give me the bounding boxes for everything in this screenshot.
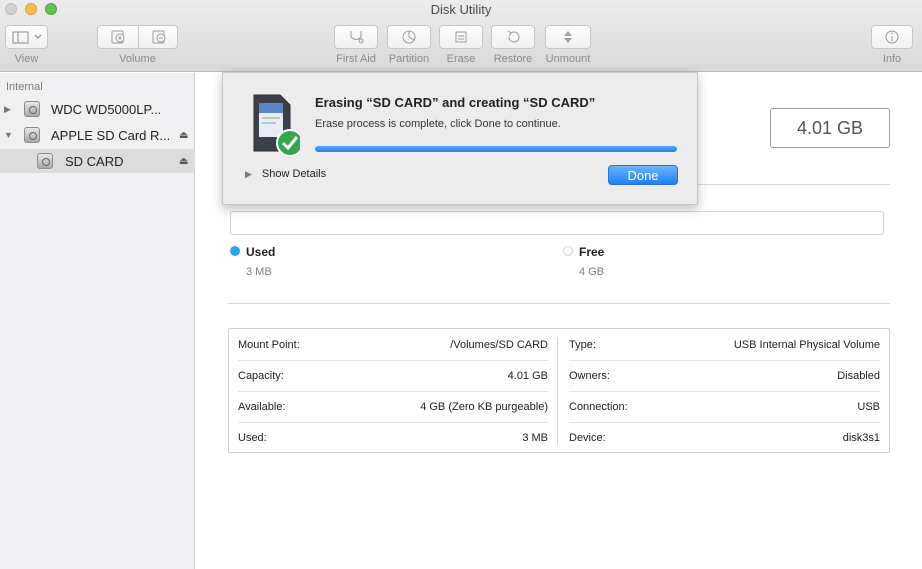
erase-button[interactable]: [439, 25, 483, 49]
first-aid-label: First Aid: [336, 53, 376, 65]
sidebar-item-apple-sd-card-reader[interactable]: ▼ APPLE SD Card R... ⏏: [0, 123, 195, 147]
used-legend-dot: [230, 246, 240, 256]
volume-segment: [97, 25, 178, 49]
info-button[interactable]: [871, 25, 913, 49]
free-legend-title: Free: [579, 245, 605, 259]
hard-disk-icon: [24, 101, 40, 117]
info-row-device: Device: disk3s1: [560, 422, 889, 453]
first-aid-button[interactable]: [334, 25, 378, 49]
window-title: Disk Utility: [430, 2, 492, 17]
done-button[interactable]: Done: [608, 165, 678, 185]
info-key: Capacity:: [238, 369, 284, 382]
disclosure-expanded-icon[interactable]: ▼: [4, 130, 13, 140]
restore-button[interactable]: [491, 25, 535, 49]
partition-button[interactable]: [387, 25, 431, 49]
show-details-label: Show Details: [261, 168, 327, 180]
info-key: Connection:: [569, 400, 628, 413]
info-row-mount-point: Mount Point: /Volumes/SD CARD: [229, 329, 557, 360]
info-value: 4.01 GB: [507, 369, 548, 382]
unmount-button[interactable]: [545, 25, 591, 49]
free-legend-value: 4 GB: [579, 266, 605, 278]
used-legend-value: 3 MB: [246, 266, 272, 278]
free-legend-dot: [563, 246, 573, 256]
volume-disk-icon: [37, 153, 53, 169]
volume-label: Volume: [119, 53, 156, 65]
divider: [228, 303, 890, 304]
info-row-capacity: Capacity: 4.01 GB: [229, 360, 557, 391]
info-value: 3 MB: [522, 431, 548, 444]
dialog-title: Erasing “SD CARD” and creating “SD CARD”: [315, 95, 596, 110]
info-value: disk3s1: [842, 431, 880, 444]
toolbar: Disk Utility View Volume First Aid Parti…: [0, 0, 922, 72]
info-row-used: Used: 3 MB: [229, 422, 557, 453]
erase-progress-bar: [315, 146, 677, 152]
restore-label: Restore: [493, 53, 533, 65]
used-legend-title: Used: [246, 245, 276, 259]
sidebar-item-sd-card[interactable]: SD CARD ⏏: [0, 149, 195, 173]
dialog-message: Erase process is complete, click Done to…: [315, 118, 561, 130]
eraser-icon: [455, 31, 467, 43]
progress-fill: [315, 146, 677, 152]
hard-disk-icon: [24, 127, 40, 143]
sidebar-item-label: WDC WD5000LP...: [51, 101, 162, 117]
info-key: Type:: [569, 338, 596, 351]
usage-bar: [230, 211, 884, 235]
eject-icon[interactable]: ⏏: [179, 156, 188, 167]
info-label: Info: [882, 53, 902, 65]
erase-progress-sheet: Erasing “SD CARD” and creating “SD CARD”…: [222, 72, 698, 205]
view-button[interactable]: [5, 25, 48, 49]
remove-volume-icon: [152, 30, 165, 44]
info-value: /Volumes/SD CARD: [450, 338, 548, 351]
partition-label: Partition: [388, 53, 430, 65]
sd-card-success-icon: [253, 94, 300, 157]
unmount-label: Unmount: [545, 53, 591, 65]
info-row-owners: Owners: Disabled: [560, 360, 889, 391]
capacity-badge: 4.01 GB: [770, 108, 890, 148]
show-details-toggle[interactable]: ▶ Show Details: [245, 168, 326, 180]
sidebar-item-label: SD CARD: [65, 153, 124, 169]
disclosure-collapsed-icon[interactable]: ▶: [4, 104, 11, 115]
info-value: 4 GB (Zero KB purgeable): [420, 400, 548, 413]
info-key: Device:: [569, 431, 606, 444]
info-row-available: Available: 4 GB (Zero KB purgeable): [229, 391, 557, 422]
sidebar-item-wdc-disk[interactable]: ▶ WDC WD5000LP...: [0, 97, 195, 121]
info-row-type: Type: USB Internal Physical Volume: [560, 329, 889, 360]
info-value: USB: [857, 400, 880, 413]
info-key: Mount Point:: [238, 338, 300, 351]
sidebar-section-header: Internal: [6, 81, 43, 93]
info-icon: [885, 30, 899, 44]
info-row-connection: Connection: USB: [560, 391, 889, 422]
info-key: Owners:: [569, 369, 610, 382]
restore-arrow-icon: [507, 30, 520, 43]
add-volume-icon: [111, 30, 125, 44]
sidebar: Internal ▶ WDC WD5000LP... ▼ APPLE SD Ca…: [0, 73, 195, 569]
info-value: USB Internal Physical Volume: [733, 338, 880, 351]
disclosure-collapsed-icon: ▶: [245, 168, 252, 179]
partition-pie-icon: [402, 30, 416, 44]
unmount-icon: [564, 31, 572, 43]
info-table: Mount Point: /Volumes/SD CARD Capacity: …: [228, 328, 890, 453]
stethoscope-icon: [350, 31, 364, 44]
eject-icon[interactable]: ⏏: [179, 130, 188, 141]
info-key: Used:: [238, 431, 267, 444]
view-label: View: [14, 53, 39, 65]
add-volume-button[interactable]: [98, 26, 138, 48]
sidebar-item-label: APPLE SD Card R...: [51, 127, 171, 143]
sidebar-toggle-icon: [12, 31, 41, 44]
info-key: Available:: [238, 400, 286, 413]
erase-label: Erase: [446, 53, 476, 65]
info-value: Disabled: [837, 369, 880, 382]
remove-volume-button[interactable]: [139, 26, 178, 48]
